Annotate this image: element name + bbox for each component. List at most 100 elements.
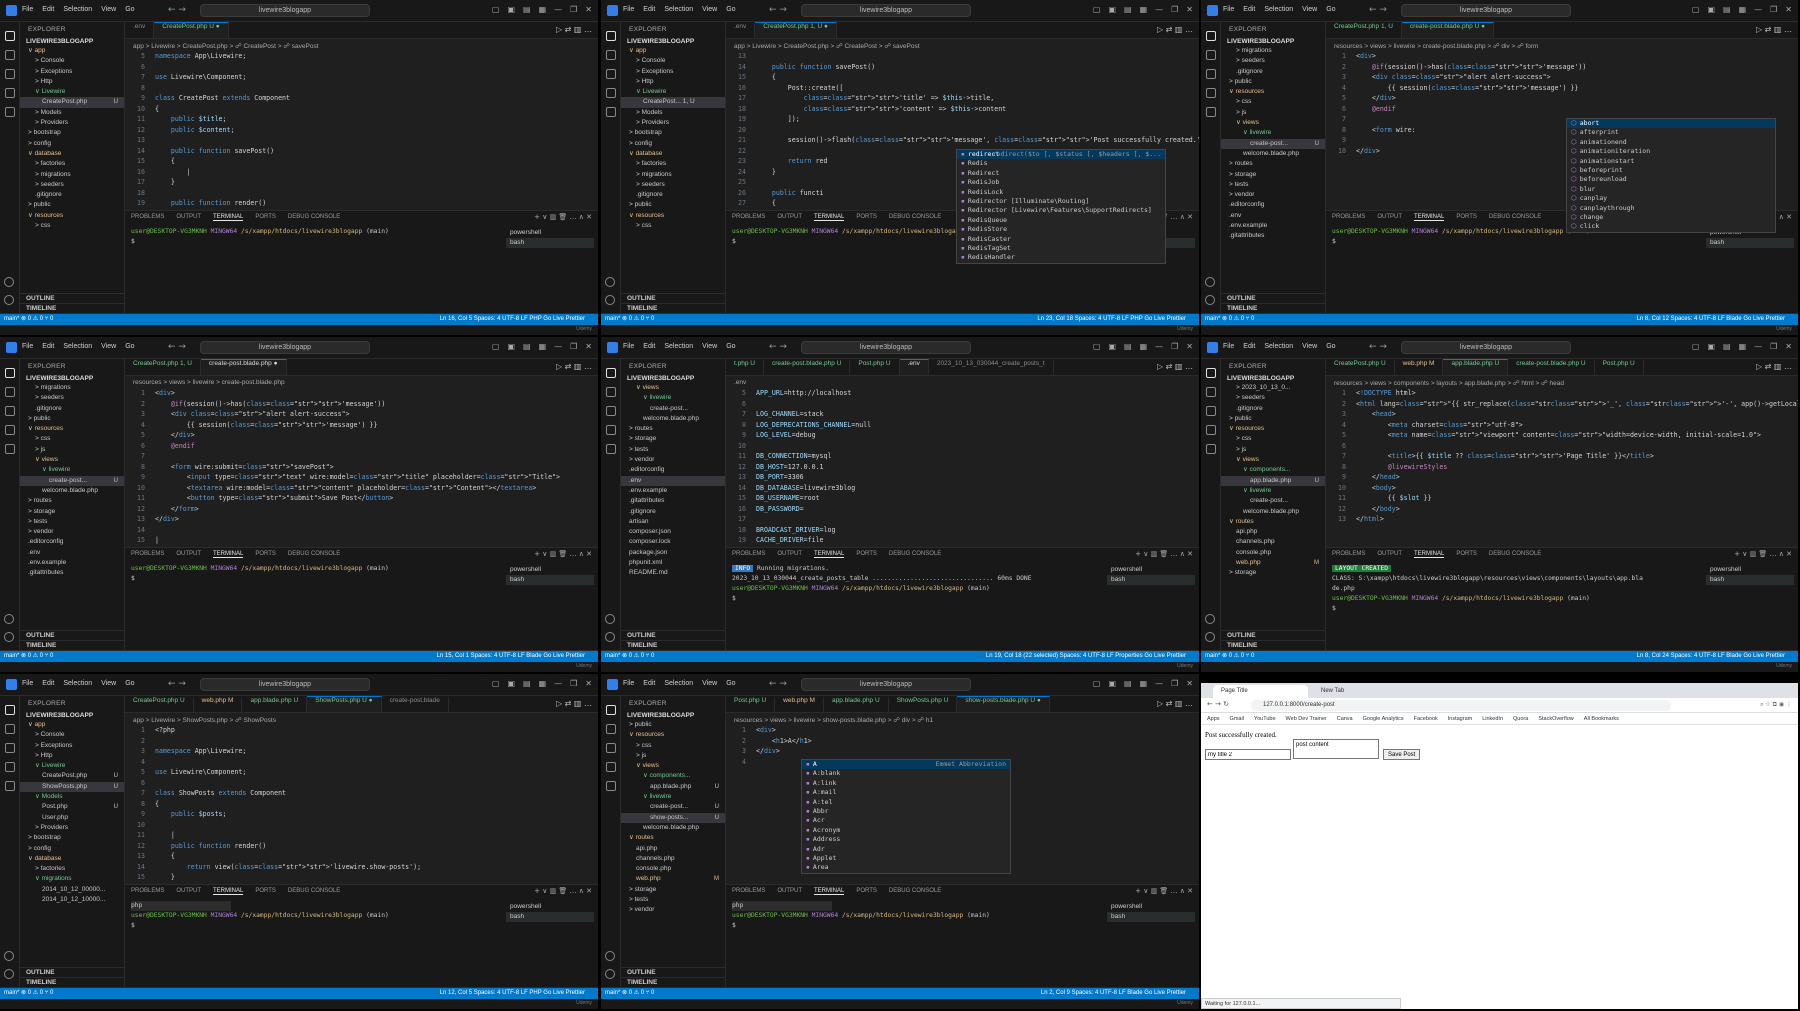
autocomplete-item[interactable]: ▪ Adr <box>802 845 1010 854</box>
extensions-icon[interactable] <box>4 781 15 791</box>
title-input[interactable] <box>1205 749 1291 760</box>
browser-nav-buttons[interactable]: ← → ↻ <box>1207 700 1229 708</box>
menu-item-go[interactable]: Go <box>125 6 134 13</box>
tree-item[interactable]: 2014_10_12_00000... <box>20 885 124 895</box>
gear-icon[interactable] <box>605 969 615 979</box>
autocomplete-popup[interactable]: ▪ A Emmet Abbreviation ▪ A:blank ▪ A:link ▪ A:ma… <box>801 759 1011 874</box>
tree-item[interactable]: .editorconfig <box>20 537 124 547</box>
editor-tab[interactable]: web.php M <box>194 697 243 712</box>
terminal-instance[interactable]: bash <box>1107 575 1195 585</box>
breadcrumb[interactable]: app > Livewire > CreatePost.php > ☍ Crea… <box>734 42 920 50</box>
window-control-icon[interactable]: — <box>1754 342 1762 351</box>
panel-tab-output[interactable]: OUTPUT <box>1377 551 1402 557</box>
tree-item[interactable]: > public <box>20 414 124 424</box>
tree-item[interactable]: ∨ routes <box>621 833 725 843</box>
nav-arrows[interactable]: ← → <box>1369 5 1387 15</box>
editor-tab[interactable]: web.php M <box>775 697 824 712</box>
status-right[interactable]: Ln 12, Col 5 Spaces: 4 UTF-8 LF PHP Go L… <box>440 988 585 999</box>
tree-item[interactable]: .gitattributes <box>1221 231 1325 241</box>
editor-tab[interactable]: ShowPosts.php U <box>889 697 958 712</box>
autocomplete-item[interactable]: ▪ A:mail <box>802 788 1010 797</box>
window-control-icon[interactable]: — <box>554 5 562 14</box>
tree-item[interactable]: > Models <box>20 108 124 118</box>
autocomplete-item[interactable]: ▪ Address <box>802 835 1010 844</box>
tree-item[interactable]: > migrations <box>621 170 725 180</box>
outline-section[interactable]: OUTLINE <box>20 967 124 977</box>
save-post-button[interactable]: Save Post <box>1383 749 1421 760</box>
nav-arrows[interactable]: ← → <box>769 342 787 352</box>
menu-item-selection[interactable]: Selection <box>63 680 92 687</box>
window-control-icon[interactable]: ✕ <box>1785 342 1792 351</box>
menu-item-view[interactable]: View <box>1302 6 1317 13</box>
project-name[interactable]: LIVEWIRE3BLOGAPP <box>1221 374 1325 383</box>
autocomplete-item[interactable]: ⬡ beforeunload <box>1567 175 1775 184</box>
autocomplete-item[interactable]: ⬡ animationend <box>1567 138 1775 147</box>
tree-item[interactable]: > vendor <box>621 455 725 465</box>
panel-tab-problems[interactable]: PROBLEMS <box>1332 214 1365 220</box>
bookmark-item[interactable]: YouTube <box>1254 716 1276 722</box>
tree-item[interactable]: > config <box>621 139 725 149</box>
window-control-icon[interactable]: ▣ <box>507 679 515 688</box>
nav-arrows[interactable]: ← → <box>769 679 787 689</box>
outline-section[interactable]: OUTLINE <box>1221 293 1325 303</box>
terminal-action-icon[interactable]: … <box>570 550 579 558</box>
editor-action-icon[interactable]: ⇄ <box>565 699 574 708</box>
tree-item[interactable]: .env <box>1221 211 1325 221</box>
window-control-icon[interactable]: ❐ <box>570 679 577 688</box>
tree-item[interactable]: ∨ app <box>20 46 124 56</box>
menu-item-view[interactable]: View <box>702 680 717 687</box>
tree-item[interactable]: .gitignore <box>621 507 725 517</box>
autocomplete-item[interactable]: ▪ A Emmet Abbreviation <box>802 760 1010 770</box>
tree-item[interactable]: ∨ resources <box>20 424 124 434</box>
menu-item-edit[interactable]: Edit <box>643 343 655 350</box>
tree-item[interactable]: composer.lock <box>621 537 725 547</box>
tree-item[interactable]: .env <box>20 548 124 558</box>
tree-item[interactable]: ∨ Livewire <box>20 87 124 97</box>
tree-item[interactable]: > migrations <box>20 170 124 180</box>
menu-item-go[interactable]: Go <box>726 6 735 13</box>
source-control-icon[interactable] <box>1205 406 1216 416</box>
command-center-search[interactable]: livewire3blogapp <box>200 341 370 354</box>
autocomplete-item[interactable]: ▪ A:blank <box>802 769 1010 778</box>
terminal-action-icon[interactable]: + ∨ <box>534 887 549 895</box>
panel-tab-terminal[interactable]: TERMINAL <box>814 888 845 895</box>
tree-item[interactable]: > css <box>621 221 725 231</box>
editor-action-icon[interactable]: ▥ <box>1774 362 1784 371</box>
panel-tab-output[interactable]: OUTPUT <box>176 551 201 557</box>
tree-item[interactable]: > storage <box>1221 568 1325 578</box>
editor-tab[interactable]: t.php U <box>726 360 764 375</box>
breadcrumb[interactable]: resources > views > livewire > show-post… <box>734 716 933 724</box>
code-editor[interactable]: 5 namespace App\Livewire; 6 7 use Livewire\C… <box>125 52 598 210</box>
status-right[interactable]: Ln 23, Col 18 Spaces: 4 UTF-8 LF PHP Go … <box>1037 314 1186 325</box>
window-control-icon[interactable]: ▦ <box>1140 679 1148 688</box>
tree-item[interactable]: > seeders <box>20 180 124 190</box>
tree-item[interactable]: > js <box>621 751 725 761</box>
tree-item[interactable]: composer.json <box>621 527 725 537</box>
tree-item[interactable]: ∨ Livewire <box>20 761 124 771</box>
terminal-action-icon[interactable]: ✕ <box>1187 550 1193 558</box>
tree-item[interactable]: > Console <box>621 56 725 66</box>
window-control-icon[interactable]: ✕ <box>585 679 592 688</box>
window-control-icon[interactable]: — <box>1754 5 1762 14</box>
breadcrumb[interactable]: resources > views > livewire > create-po… <box>1334 42 1538 50</box>
tree-item[interactable]: > vendor <box>1221 190 1325 200</box>
editor-action-icon[interactable]: … <box>584 699 592 708</box>
menu-item-view[interactable]: View <box>702 6 717 13</box>
bookmark-item[interactable]: Google Analytics <box>1363 716 1404 722</box>
window-control-icon[interactable]: ▢ <box>1093 5 1101 14</box>
editor-action-icon[interactable]: ⇄ <box>1166 699 1175 708</box>
tree-item[interactable]: create-post... U <box>20 475 124 486</box>
tree-item[interactable]: > css <box>20 221 124 231</box>
project-name[interactable]: LIVEWIRE3BLOGAPP <box>20 711 124 720</box>
panel-tab-ports[interactable]: PORTS <box>255 888 276 894</box>
nav-arrows[interactable]: ← → <box>168 5 186 15</box>
terminal-instance[interactable]: powershell <box>506 565 594 575</box>
menu-item-file[interactable]: File <box>623 343 634 350</box>
nav-arrows[interactable]: ← → <box>168 342 186 352</box>
window-control-icon[interactable]: ▢ <box>1692 342 1700 351</box>
tree-item[interactable]: create-post... <box>1221 496 1325 506</box>
panel-tab-terminal[interactable]: TERMINAL <box>814 214 845 221</box>
window-control-icon[interactable]: ▢ <box>1692 5 1700 14</box>
window-control-icon[interactable]: ▣ <box>1108 5 1116 14</box>
status-right[interactable]: Ln 8, Col 24 Spaces: 4 UTF-8 LF Blade Go… <box>1637 651 1785 662</box>
